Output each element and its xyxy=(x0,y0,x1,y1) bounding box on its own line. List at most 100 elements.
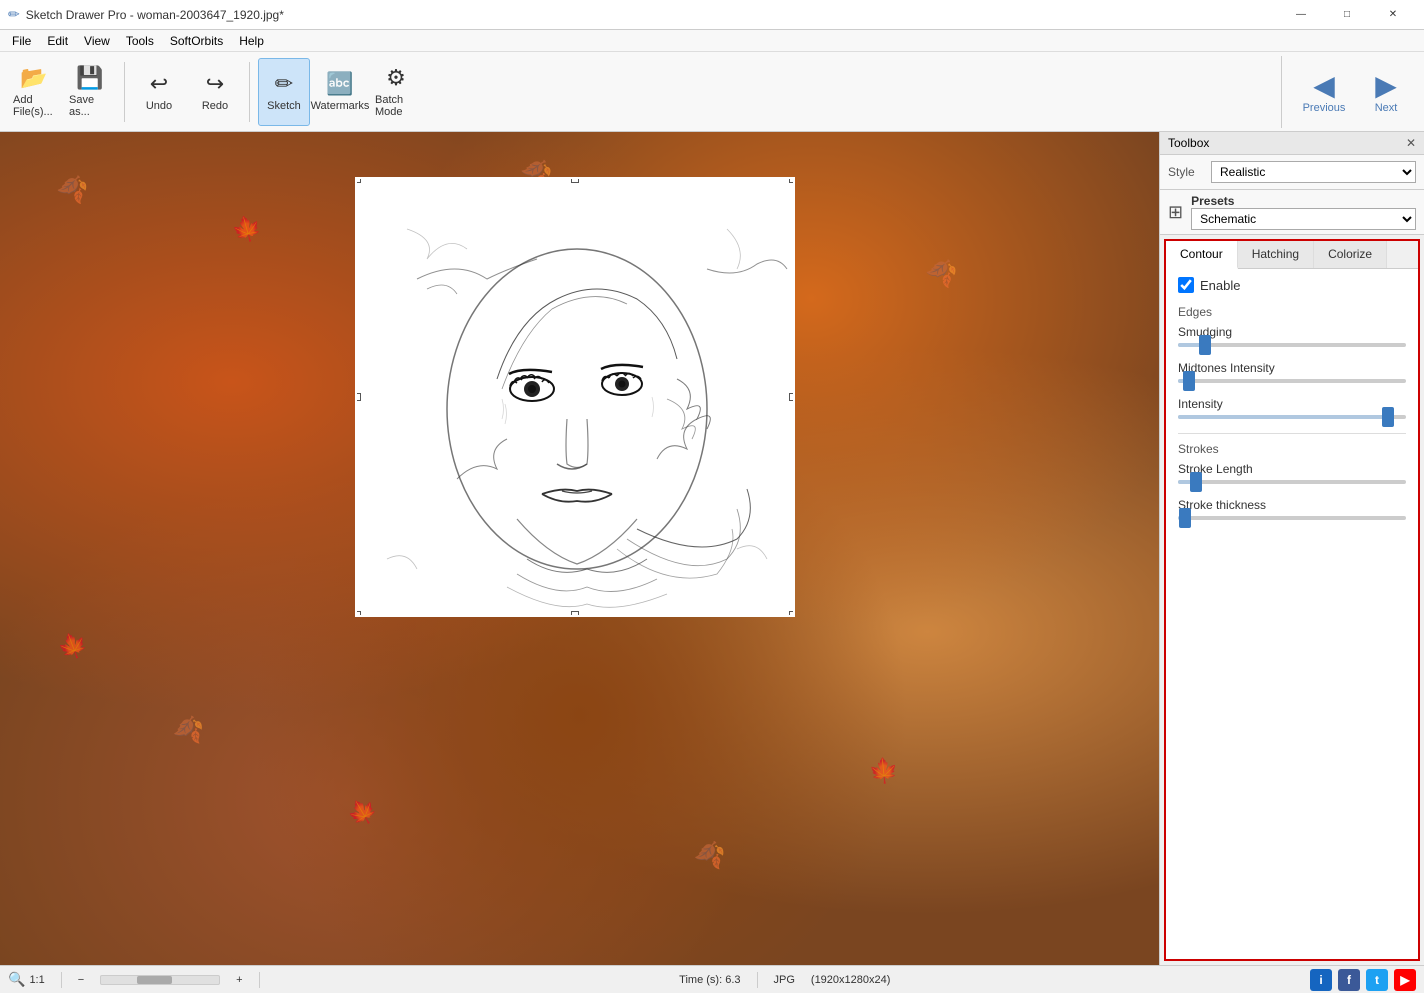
toolbox-title: Toolbox xyxy=(1168,136,1209,150)
stroke-length-group: Stroke Length xyxy=(1178,462,1406,484)
add-files-icon: 📂 xyxy=(20,65,47,91)
tabs-header: Contour Hatching Colorize xyxy=(1166,241,1418,269)
twitter-button[interactable]: t xyxy=(1366,969,1388,991)
resize-handle-tc[interactable] xyxy=(571,177,579,183)
menu-file[interactable]: File xyxy=(4,32,39,50)
enable-label[interactable]: Enable xyxy=(1200,278,1240,293)
smudging-track[interactable] xyxy=(1178,343,1406,347)
redo-icon: ↪ xyxy=(206,71,224,97)
batch-mode-icon: ⚙ xyxy=(386,65,406,91)
smudging-group: Smudging xyxy=(1178,325,1406,347)
leaf-decoration: 🍁 xyxy=(54,628,92,665)
menu-view[interactable]: View xyxy=(76,32,118,50)
presets-select[interactable]: Schematic xyxy=(1191,208,1416,230)
toolbox-header: Toolbox ✕ xyxy=(1160,132,1424,155)
close-button[interactable]: ✕ xyxy=(1370,0,1416,30)
status-divider-3 xyxy=(757,972,758,988)
enable-row: Enable xyxy=(1178,277,1406,293)
resize-handle-mr[interactable] xyxy=(789,393,795,401)
strokes-header: Strokes xyxy=(1178,442,1406,456)
intensity-fill xyxy=(1178,415,1388,419)
midtones-thumb[interactable] xyxy=(1183,371,1195,391)
zoom-plus[interactable]: + xyxy=(236,974,242,986)
maximize-button[interactable]: □ xyxy=(1324,0,1370,30)
leaf-decoration: 🍁 xyxy=(229,212,265,248)
stroke-thickness-thumb[interactable] xyxy=(1179,508,1191,528)
info-button[interactable]: i xyxy=(1310,969,1332,991)
next-button[interactable]: ▶ Next xyxy=(1356,56,1416,128)
nav-area: ◀ Previous ▶ Next xyxy=(1281,56,1416,128)
title-icon: ✏ xyxy=(8,6,20,23)
resize-handle-bc[interactable] xyxy=(571,611,579,617)
next-label: Next xyxy=(1375,102,1398,114)
stroke-thickness-track[interactable] xyxy=(1178,516,1406,520)
save-as-button[interactable]: 💾 Save as... xyxy=(64,58,116,126)
previous-label: Previous xyxy=(1303,102,1346,114)
leaf-decoration: 🍂 xyxy=(54,169,92,206)
leaf-decoration: 🍂 xyxy=(922,252,961,291)
intensity-label: Intensity xyxy=(1178,397,1406,411)
zoom-value: 1:1 xyxy=(29,974,44,986)
batch-mode-button[interactable]: ⚙ Batch Mode xyxy=(370,58,422,126)
social-icons: i f t ▶ xyxy=(1310,969,1416,991)
minimize-button[interactable]: — xyxy=(1278,0,1324,30)
leaf-decoration: 🍂 xyxy=(692,837,728,873)
smudging-thumb[interactable] xyxy=(1199,335,1211,355)
zoom-icon[interactable]: 🔍 xyxy=(8,971,25,988)
sketch-button[interactable]: ✏ Sketch xyxy=(258,58,310,126)
resize-handle-ml[interactable] xyxy=(355,393,361,401)
status-divider-1 xyxy=(61,972,62,988)
smudging-label: Smudging xyxy=(1178,325,1406,339)
stroke-length-track[interactable] xyxy=(1178,480,1406,484)
undo-icon: ↩ xyxy=(150,71,168,97)
tab-colorize[interactable]: Colorize xyxy=(1314,241,1387,268)
midtones-track[interactable] xyxy=(1178,379,1406,383)
menu-edit[interactable]: Edit xyxy=(39,32,76,50)
zoom-minus[interactable]: − xyxy=(78,974,84,986)
youtube-button[interactable]: ▶ xyxy=(1394,969,1416,991)
midtones-group: Midtones Intensity xyxy=(1178,361,1406,383)
facebook-button[interactable]: f xyxy=(1338,969,1360,991)
zoom-controls: 🔍 1:1 xyxy=(8,971,45,988)
resize-handle-tr[interactable] xyxy=(789,177,795,183)
tab-contour[interactable]: Contour xyxy=(1166,241,1238,269)
toolbox-close-button[interactable]: ✕ xyxy=(1406,136,1416,150)
main-content: 🍂 🍁 🍂 🍁 🍂 🍁 🍂 🍁 🍂 🍁 xyxy=(0,132,1424,965)
status-divider-2 xyxy=(259,972,260,988)
presets-row: ⊞ Presets Schematic xyxy=(1160,190,1424,235)
scroll-bar[interactable] xyxy=(100,975,220,985)
presets-label: Presets xyxy=(1191,194,1416,208)
previous-button[interactable]: ◀ Previous xyxy=(1294,56,1354,128)
style-select[interactable]: Realistic xyxy=(1211,161,1416,183)
undo-button[interactable]: ↩ Undo xyxy=(133,58,185,126)
save-as-label: Save as... xyxy=(69,94,111,118)
time-label: Time (s): 6.3 xyxy=(679,974,740,986)
menu-tools[interactable]: Tools xyxy=(118,32,162,50)
resize-handle-bl[interactable] xyxy=(355,611,361,617)
section-divider xyxy=(1178,433,1406,434)
watermarks-icon: 🔤 xyxy=(326,71,353,97)
add-files-button[interactable]: 📂 Add File(s)... xyxy=(8,58,60,126)
menu-bar: File Edit View Tools SoftOrbits Help xyxy=(0,30,1424,52)
tab-hatching[interactable]: Hatching xyxy=(1238,241,1314,268)
presets-icon: ⊞ xyxy=(1168,202,1183,223)
intensity-track[interactable] xyxy=(1178,415,1406,419)
resize-handle-br[interactable] xyxy=(789,611,795,617)
scroll-thumb[interactable] xyxy=(137,976,172,984)
presets-right: Presets Schematic xyxy=(1191,194,1416,230)
redo-button[interactable]: ↪ Redo xyxy=(189,58,241,126)
stroke-length-thumb[interactable] xyxy=(1190,472,1202,492)
enable-checkbox[interactable] xyxy=(1178,277,1194,293)
add-files-label: Add File(s)... xyxy=(13,94,55,118)
intensity-thumb[interactable] xyxy=(1382,407,1394,427)
menu-help[interactable]: Help xyxy=(231,32,272,50)
previous-icon: ◀ xyxy=(1313,69,1335,102)
canvas-area[interactable]: 🍂 🍁 🍂 🍁 🍂 🍁 🍂 🍁 🍂 🍁 xyxy=(0,132,1159,965)
stroke-length-label: Stroke Length xyxy=(1178,462,1406,476)
toolbar: 📂 Add File(s)... 💾 Save as... ↩ Undo ↪ R… xyxy=(0,52,1424,132)
watermarks-button[interactable]: 🔤 Watermarks xyxy=(314,58,366,126)
resize-handle-tl[interactable] xyxy=(355,177,361,183)
title-bar: ✏ Sketch Drawer Pro - woman-2003647_1920… xyxy=(0,0,1424,30)
sketch-frame[interactable] xyxy=(355,177,795,617)
menu-softorbits[interactable]: SoftOrbits xyxy=(162,32,231,50)
